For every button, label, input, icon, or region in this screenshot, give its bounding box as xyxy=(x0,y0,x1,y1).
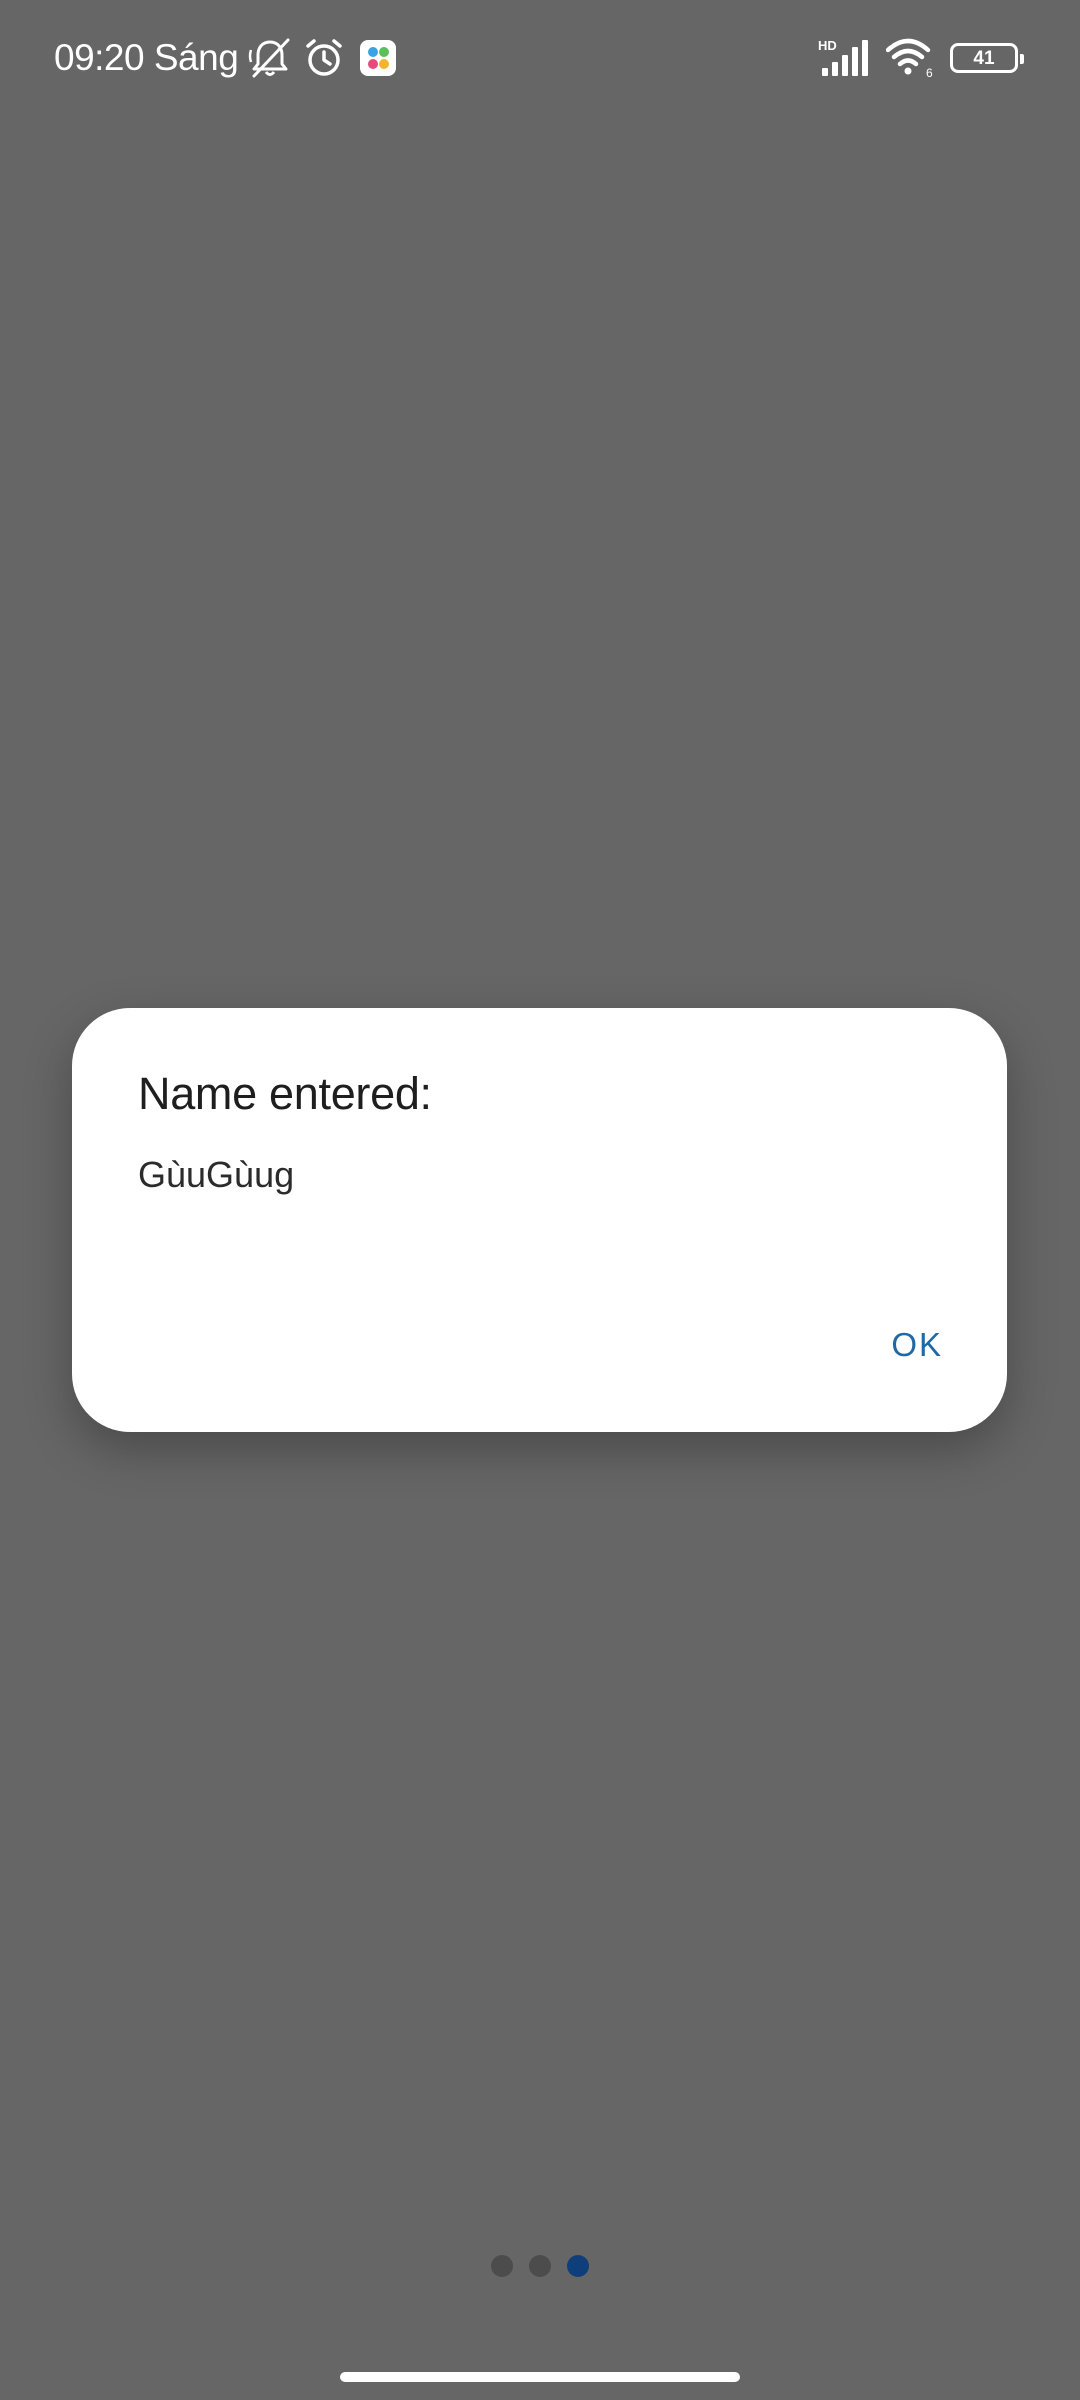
page-dot-2 xyxy=(529,2255,551,2277)
battery-icon: 41 xyxy=(950,43,1024,73)
status-left: 09:20 Sáng xyxy=(54,28,400,88)
cellular-signal-icon: HD xyxy=(818,36,872,80)
page-indicator xyxy=(0,2255,1080,2277)
dialog-message: GùuGùug xyxy=(138,1154,295,1195)
alarm-icon xyxy=(302,36,346,80)
ok-button[interactable]: OK xyxy=(891,1326,943,1364)
battery-level: 41 xyxy=(973,47,995,69)
wifi-badge: 6 xyxy=(926,66,933,78)
dialog-title: Name entered: xyxy=(138,1068,432,1119)
page-dot-1 xyxy=(491,2255,513,2277)
app-notification-icon xyxy=(356,36,400,80)
network-type-label: HD xyxy=(818,38,837,53)
name-entered-dialog: Name entered: GùuGùug OK xyxy=(72,1008,1007,1432)
screen: 09:20 Sáng HD 6 41 Name entered: GùuGùug… xyxy=(0,0,1080,2400)
status-right: HD 6 41 xyxy=(818,32,1024,84)
gesture-navigation-bar[interactable] xyxy=(340,2372,740,2382)
status-time: 09:20 Sáng xyxy=(54,37,239,78)
page-dot-3-active xyxy=(567,2255,589,2277)
bell-off-icon xyxy=(248,36,292,80)
status-bar: 09:20 Sáng HD 6 41 xyxy=(0,0,1080,115)
wifi-icon: 6 xyxy=(886,36,936,80)
